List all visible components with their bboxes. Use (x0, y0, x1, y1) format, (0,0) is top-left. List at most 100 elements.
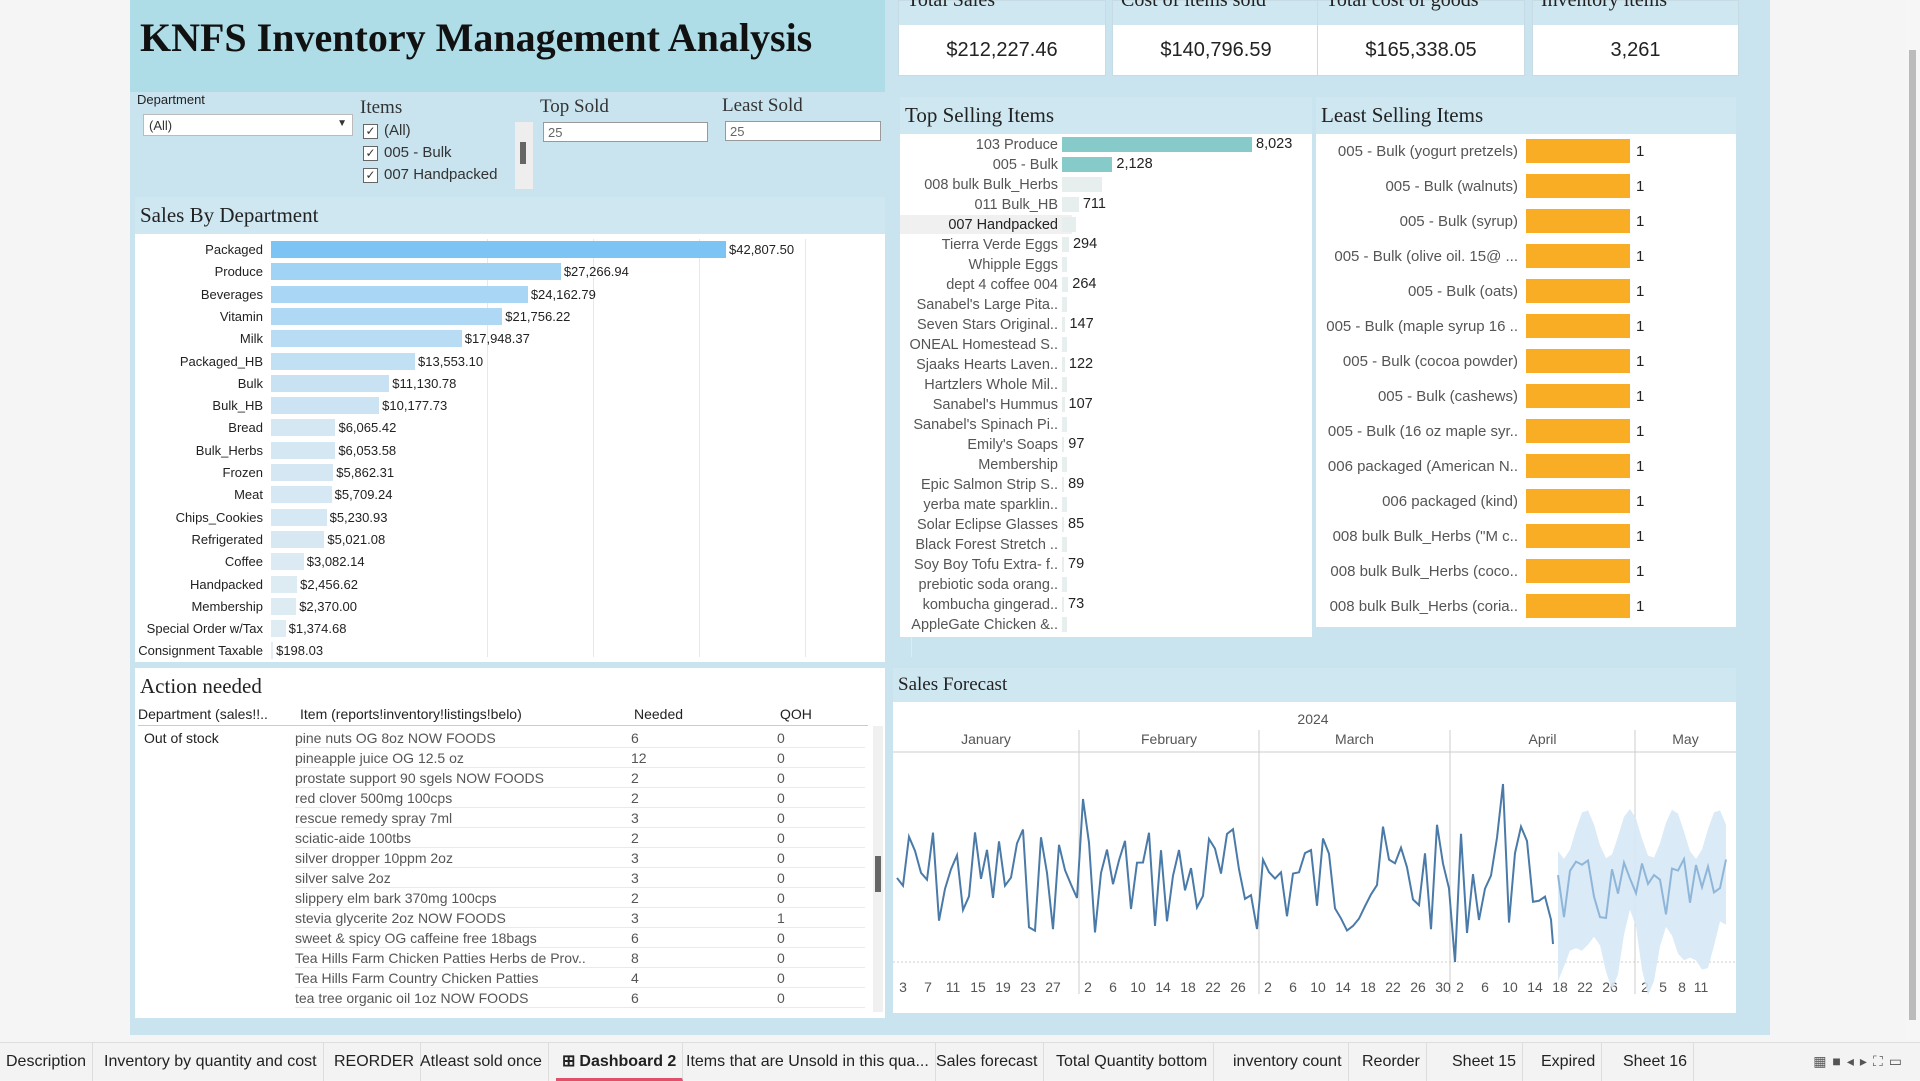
table-row[interactable]: sweet & spicy OG caffeine free 18bags 6 0 (295, 928, 865, 948)
sheet-tab[interactable]: ⊞ Dashboard 2 (556, 1043, 684, 1081)
sheet-tab[interactable]: Items that are Unsold in this qua... (680, 1043, 936, 1081)
bar[interactable] (271, 441, 336, 459)
bar[interactable] (1062, 157, 1113, 172)
bar[interactable] (271, 374, 390, 392)
bar[interactable] (1062, 177, 1102, 192)
sheet-tab[interactable]: Sheet 15 (1446, 1043, 1524, 1081)
bar[interactable] (271, 597, 297, 615)
navigation-controls[interactable]: ▦■◂▸⛶▭ (1813, 1053, 1908, 1070)
bar[interactable] (271, 419, 336, 437)
table-row[interactable]: sciatic-aide 100tbs 2 0 (295, 828, 865, 848)
bar[interactable] (271, 464, 334, 481)
bar[interactable] (1062, 417, 1067, 432)
bar[interactable] (1062, 537, 1067, 552)
sheet-tab[interactable]: Total Quantity bottom (1050, 1043, 1215, 1081)
bar[interactable] (1526, 139, 1630, 163)
bar[interactable] (271, 263, 561, 281)
items-option[interactable]: ✓ 007 Handpacked (363, 166, 533, 188)
bar[interactable] (1062, 217, 1076, 232)
sheet-tab[interactable]: Sheet 16 (1617, 1043, 1695, 1081)
bar[interactable] (271, 486, 332, 504)
bar[interactable] (1062, 277, 1069, 292)
bar[interactable] (1062, 197, 1079, 212)
bar[interactable] (1526, 384, 1630, 408)
table-row[interactable]: pineapple juice OG 12.5 oz 12 0 (295, 748, 865, 768)
fullscreen-icon[interactable]: ⛶ (1873, 1053, 1889, 1069)
bar[interactable] (271, 330, 462, 348)
bar[interactable] (271, 620, 286, 638)
bar[interactable] (1526, 419, 1630, 443)
sheet-tab[interactable]: REORDER (328, 1043, 422, 1081)
sheet-tab[interactable]: Atleast sold once (414, 1043, 549, 1081)
bar[interactable] (1062, 377, 1067, 392)
department-select[interactable]: (All) ▼ (143, 114, 353, 136)
bar[interactable] (271, 530, 325, 548)
arrow-right-icon[interactable]: ▸ (1860, 1053, 1873, 1069)
scrollbar-thumb[interactable] (520, 142, 526, 164)
column-header[interactable]: Item (reports!inventory!listings!belo) (300, 706, 522, 722)
grid-icon[interactable]: ▦ (1813, 1053, 1832, 1069)
bar[interactable] (1062, 517, 1064, 532)
scrollbar-thumb[interactable] (875, 856, 881, 892)
bar[interactable] (1062, 497, 1067, 512)
bar[interactable] (1062, 357, 1065, 372)
bar[interactable] (1526, 349, 1630, 373)
bar[interactable] (1526, 524, 1630, 548)
table-row[interactable]: rescue remedy spray 7ml 3 0 (295, 808, 865, 828)
bar[interactable] (1526, 244, 1630, 268)
table-scrollbar[interactable] (873, 726, 883, 1012)
table-row[interactable]: Tea Hills Farm Chicken Patties Herbs de … (295, 948, 865, 968)
sheet-tab[interactable]: Sales forecast (930, 1043, 1045, 1081)
bar[interactable] (271, 397, 380, 415)
column-header[interactable]: Needed (634, 706, 683, 722)
bar[interactable] (1526, 314, 1630, 338)
bar[interactable] (1526, 489, 1630, 513)
top-sold-input[interactable] (543, 122, 708, 142)
bar[interactable] (271, 241, 726, 258)
bar[interactable] (1062, 577, 1067, 592)
least-sold-input[interactable] (725, 121, 881, 141)
table-row[interactable]: slippery elm bark 370mg 100cps 2 0 (295, 888, 865, 908)
sheet-tab[interactable]: Inventory by quantity and cost (98, 1043, 324, 1081)
bar[interactable] (1062, 617, 1067, 632)
sheet-tab[interactable]: Description (0, 1043, 94, 1081)
bar[interactable] (1526, 594, 1630, 618)
stop-icon[interactable]: ■ (1832, 1053, 1846, 1069)
bar[interactable] (1062, 477, 1065, 492)
bar[interactable] (1526, 209, 1630, 233)
items-scrollbar[interactable] (515, 122, 533, 189)
column-header[interactable]: Department (sales!!.. (138, 706, 268, 722)
bar[interactable] (1062, 237, 1069, 252)
bar[interactable] (1062, 297, 1067, 312)
bar[interactable] (1062, 317, 1066, 332)
items-option[interactable]: ✓ 005 - Bulk (363, 144, 533, 166)
table-row[interactable]: red clover 500mg 100cps 2 0 (295, 788, 865, 808)
bar[interactable] (1062, 137, 1252, 152)
items-option[interactable]: ✓ (All) (363, 122, 533, 144)
table-row[interactable]: pine nuts OG 8oz NOW FOODS 6 0 (295, 728, 865, 748)
bar[interactable] (1526, 559, 1630, 583)
bar[interactable] (1062, 557, 1064, 572)
bar[interactable] (271, 285, 528, 303)
bar[interactable] (271, 352, 416, 370)
table-row[interactable]: stevia glycerite 2oz NOW FOODS 3 1 (295, 908, 865, 928)
bar[interactable] (271, 307, 503, 325)
sheet-tab[interactable]: Expired (1535, 1043, 1603, 1081)
arrow-left-icon[interactable]: ◂ (1847, 1053, 1860, 1069)
bar[interactable] (1062, 337, 1067, 352)
scrollbar-thumb[interactable] (1909, 50, 1916, 1020)
table-row[interactable]: prostate support 90 sgels NOW FOODS 2 0 (295, 768, 865, 788)
comment-icon[interactable]: ▭ (1889, 1053, 1908, 1069)
sheet-tab[interactable]: Reorder (1356, 1043, 1427, 1081)
table-row[interactable]: Tea Hills Farm Country Chicken Patties 4 0 (295, 968, 865, 988)
bar[interactable] (1062, 457, 1067, 472)
bar[interactable] (271, 642, 274, 660)
table-row[interactable]: silver dropper 10ppm 2oz 3 0 (295, 848, 865, 868)
table-row[interactable]: silver salve 2oz 3 0 (295, 868, 865, 888)
bar[interactable] (1526, 174, 1630, 198)
bar[interactable] (1526, 279, 1630, 303)
bar[interactable] (271, 575, 298, 593)
column-header[interactable]: QOH (780, 706, 812, 722)
bar[interactable] (271, 553, 304, 571)
table-row[interactable]: tea tree organic oil 1oz NOW FOODS 6 0 (295, 988, 865, 1008)
